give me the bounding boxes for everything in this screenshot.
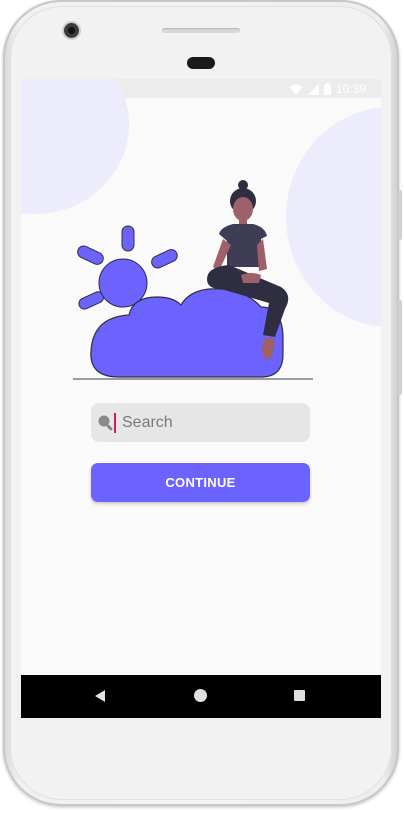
front-camera (64, 23, 79, 38)
signal-icon (307, 83, 319, 95)
continue-button[interactable]: CONTINUE (91, 463, 310, 502)
recents-icon[interactable] (294, 690, 305, 701)
proximity-sensor (187, 57, 215, 69)
weather-illustration (73, 180, 313, 380)
wifi-icon (288, 84, 303, 95)
text-cursor (114, 413, 116, 433)
status-time: 10:39 (335, 82, 366, 96)
search-icon (98, 415, 113, 431)
app-screen: 10:39 Search CONTINUE (21, 79, 381, 718)
search-placeholder: Search (122, 414, 173, 431)
back-icon[interactable] (95, 690, 105, 702)
search-field[interactable]: Search (91, 403, 310, 442)
status-icons: 10:39 (288, 82, 366, 96)
power-button (398, 190, 402, 240)
system-nav-bar (21, 675, 381, 718)
volume-button (398, 300, 402, 395)
home-icon[interactable] (194, 689, 207, 702)
battery-icon (323, 83, 331, 95)
earpiece-speaker (162, 28, 240, 33)
